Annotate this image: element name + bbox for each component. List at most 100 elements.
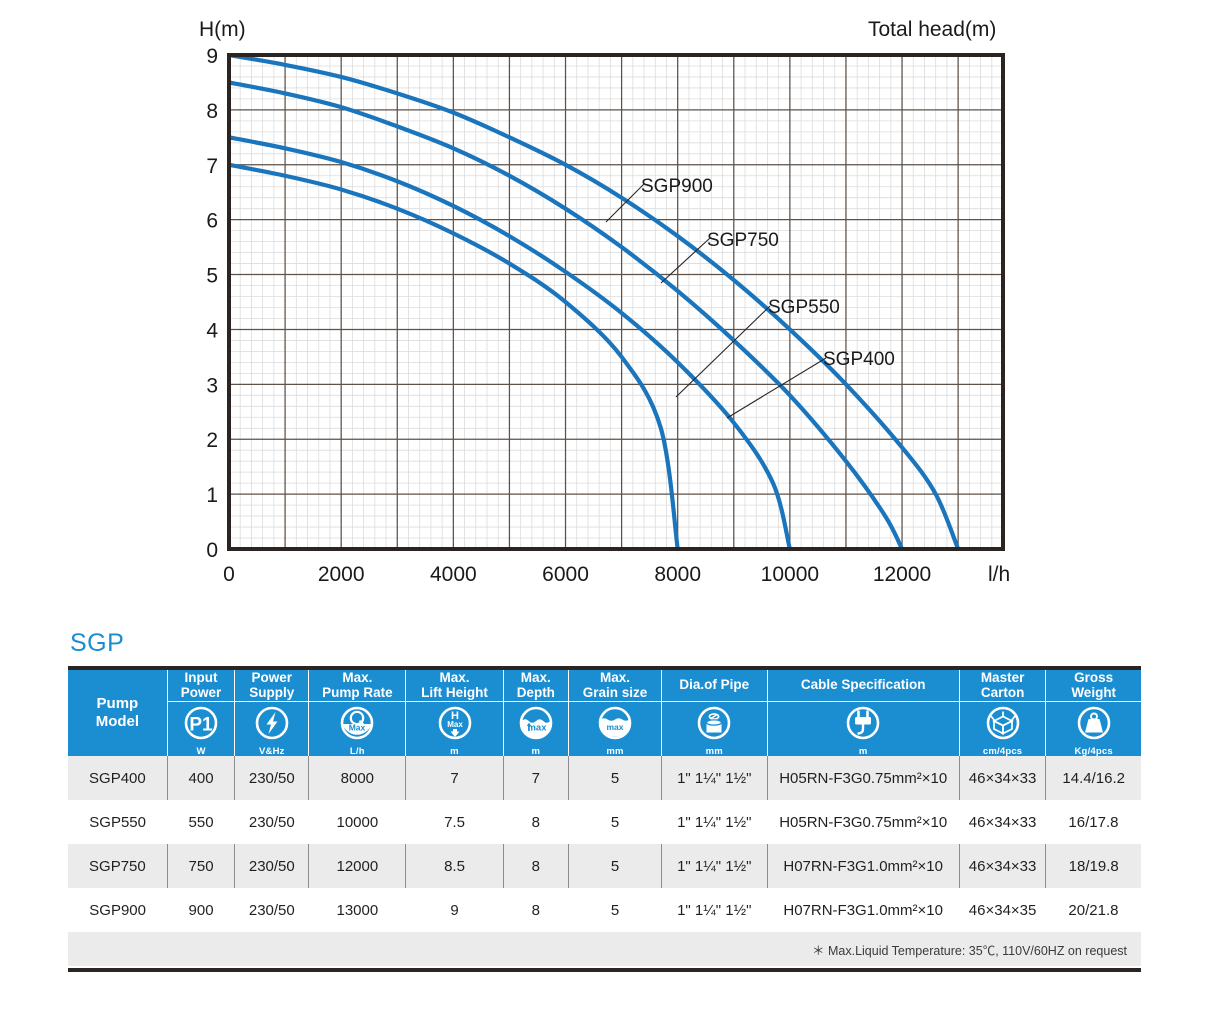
icon-cell-max-depth: max m [503, 700, 570, 757]
icon-cell-max-lift-height: H Max m [405, 700, 504, 757]
unit-dia-of-pipe: mm [705, 745, 723, 757]
cell-max-pump-rate: 13000 [308, 888, 406, 933]
header-input-power-l1: Input [184, 669, 218, 685]
cell-gross-weight: 18/19.8 [1045, 844, 1141, 889]
specification-table-section: SGP Pump Model Input Power Power Supply … [68, 629, 1141, 973]
header-cable-specification: Cable Specification [767, 669, 960, 702]
x-tick-0: 0 [223, 563, 235, 586]
cell-max-depth: 7 [502, 756, 569, 801]
x-tick-12000: 12000 [873, 563, 931, 586]
cell-max-pump-rate: 10000 [308, 800, 406, 845]
unit-gross-weight: Kg/4pcs [1074, 745, 1113, 757]
header-power-supply-l2: Supply [249, 685, 295, 701]
cell-max-depth: 8 [503, 800, 569, 845]
cell-max-pump-rate: 8000 [308, 756, 406, 801]
x-tick-6000: 6000 [542, 563, 589, 586]
icon-cell-input-power: P1 W [167, 700, 236, 757]
cell-cable-specification: H05RN-F3G0.75mm²×10 [766, 756, 960, 801]
open-box-icon [986, 706, 1019, 739]
cell-cable-specification: H07RN-F3G1.0mm²×10 [766, 844, 960, 889]
svg-text:max: max [606, 721, 623, 731]
header-gross-weight: Gross Weight [1045, 669, 1141, 702]
header-pump-model-text: Pump Model [95, 694, 140, 730]
header-max-pump-rate-l1: Max. [342, 669, 373, 685]
cell-max-depth: 8 [502, 844, 569, 889]
header-gross-weight-l2: Weight [1071, 685, 1117, 701]
imax-depth-icon: max [519, 706, 553, 739]
svg-text:max: max [527, 722, 547, 733]
cell-gross-weight: 20/21.8 [1045, 888, 1141, 933]
chart-corner-title: Total head(m) [868, 18, 996, 41]
cell-dia-of-pipe: 1" 1¼" 1½" [660, 844, 768, 889]
cell-model: SGP400 [68, 756, 168, 801]
grain-max-icon: max [598, 706, 632, 739]
footnote-text: ＊ Max.Liquid Temperature: 35℃, 110V/60HZ… [68, 932, 1141, 967]
unit-cable-specification: m [858, 745, 868, 757]
svg-text:Max: Max [349, 722, 366, 732]
cell-master-carton: 46×34×33 [959, 800, 1046, 845]
header-max-lift-height-l2: Lift Height [421, 685, 488, 701]
y-tick-8: 8 [206, 100, 218, 123]
table-row: SGP900 900 230/50 13000 9 8 5 1" 1¼" 1½" H07RN-F… [68, 888, 1141, 933]
header-input-power-l2: Power [180, 685, 222, 701]
unit-input-power: W [196, 745, 206, 757]
chart-svg: H(m) Total head(m) l/h 0 1 2 3 4 5 6 7 8 9 0 2000 4… [199, 18, 1010, 586]
header-master-carton-l2: Carton [980, 685, 1025, 701]
icon-cell-power-supply: V&Hz [234, 700, 310, 757]
specification-table: Pump Model Input Power Power Supply Max.… [68, 669, 1141, 967]
cell-input-power: 550 [167, 800, 235, 845]
header-max-pump-rate-l2: Pump Rate [322, 685, 393, 701]
x-tick-2000: 2000 [318, 563, 365, 586]
unit-max-grain-size: mm [606, 745, 624, 757]
cell-max-lift-height: 9 [405, 888, 504, 933]
y-tick-6: 6 [206, 210, 218, 233]
icon-cell-max-pump-rate: Max L/h [308, 700, 407, 757]
x-tick-4000: 4000 [430, 563, 477, 586]
p1-power-icon: P1 [184, 706, 218, 739]
y-tick-5: 5 [206, 265, 218, 288]
cell-dia-of-pipe: 1" 1¼" 1½" [661, 800, 768, 845]
y-tick-7: 7 [206, 155, 218, 178]
icon-cell-max-grain-size: max mm [568, 700, 662, 757]
header-max-grain-size: Max. Grain size [568, 669, 662, 702]
header-title-row: Pump Model Input Power Power Supply Max.… [68, 669, 1141, 757]
header-power-supply-l1: Power [251, 669, 293, 685]
table-row: SGP550 550 230/50 10000 7.5 8 5 1" 1¼" 1½" H05RN… [68, 800, 1141, 845]
cell-model: SGP750 [68, 844, 168, 889]
footnote-row: ＊ Max.Liquid Temperature: 35℃, 110V/60HZ… [68, 932, 1141, 967]
header-max-grain-size-l1: Max. [600, 669, 631, 685]
cell-dia-of-pipe: 1" 1¼" 1½" [660, 756, 768, 801]
cell-power-supply: 230/50 [234, 844, 309, 889]
cell-power-supply: 230/50 [234, 800, 309, 845]
cell-gross-weight: 16/17.8 [1045, 800, 1141, 845]
weight-icon [1077, 706, 1110, 739]
cell-model: SGP900 [68, 888, 168, 933]
curve-label-sgp900: SGP900 [641, 176, 713, 197]
unit-master-carton: cm/4pcs [982, 745, 1023, 757]
h-max-lift-icon: H Max [438, 706, 471, 739]
cell-max-grain-size: 5 [568, 844, 662, 889]
curve-label-sgp750: SGP750 [707, 230, 779, 251]
cell-input-power: 400 [166, 756, 235, 801]
cell-max-grain-size: 5 [568, 888, 662, 933]
y-tick-1: 1 [206, 484, 218, 507]
unit-max-pump-rate: L/h [349, 745, 365, 757]
header-master-carton-l1: Master [980, 669, 1025, 685]
x-tick-8000: 8000 [654, 563, 701, 586]
cell-power-supply: 230/50 [234, 888, 309, 933]
curve-label-sgp400: SGP400 [823, 349, 895, 370]
table-head: Pump Model Input Power Power Supply Max.… [68, 669, 1141, 757]
header-dia-of-pipe: Dia.of Pipe [661, 669, 768, 702]
x-axis-unit: l/h [988, 563, 1010, 586]
cell-model: SGP550 [68, 800, 168, 845]
y-tick-3: 3 [206, 374, 218, 397]
header-max-lift-height-l1: Max. [439, 669, 470, 685]
cell-power-supply: 230/50 [234, 756, 309, 801]
header-icon-row: P1 W V&Hz Max L/h H Max m max m max mm m… [68, 700, 1141, 757]
cell-cable-specification: H05RN-F3G0.75mm²×10 [767, 800, 960, 845]
header-max-depth-l1: Max. [520, 669, 551, 685]
icon-cell-master-carton: cm/4pcs [959, 700, 1047, 757]
icon-cell-cable-specification: m [767, 700, 960, 757]
header-dia-of-pipe-l1: Dia.of Pipe [679, 677, 750, 693]
header-max-lift-height: Max. Lift Height [405, 669, 504, 702]
